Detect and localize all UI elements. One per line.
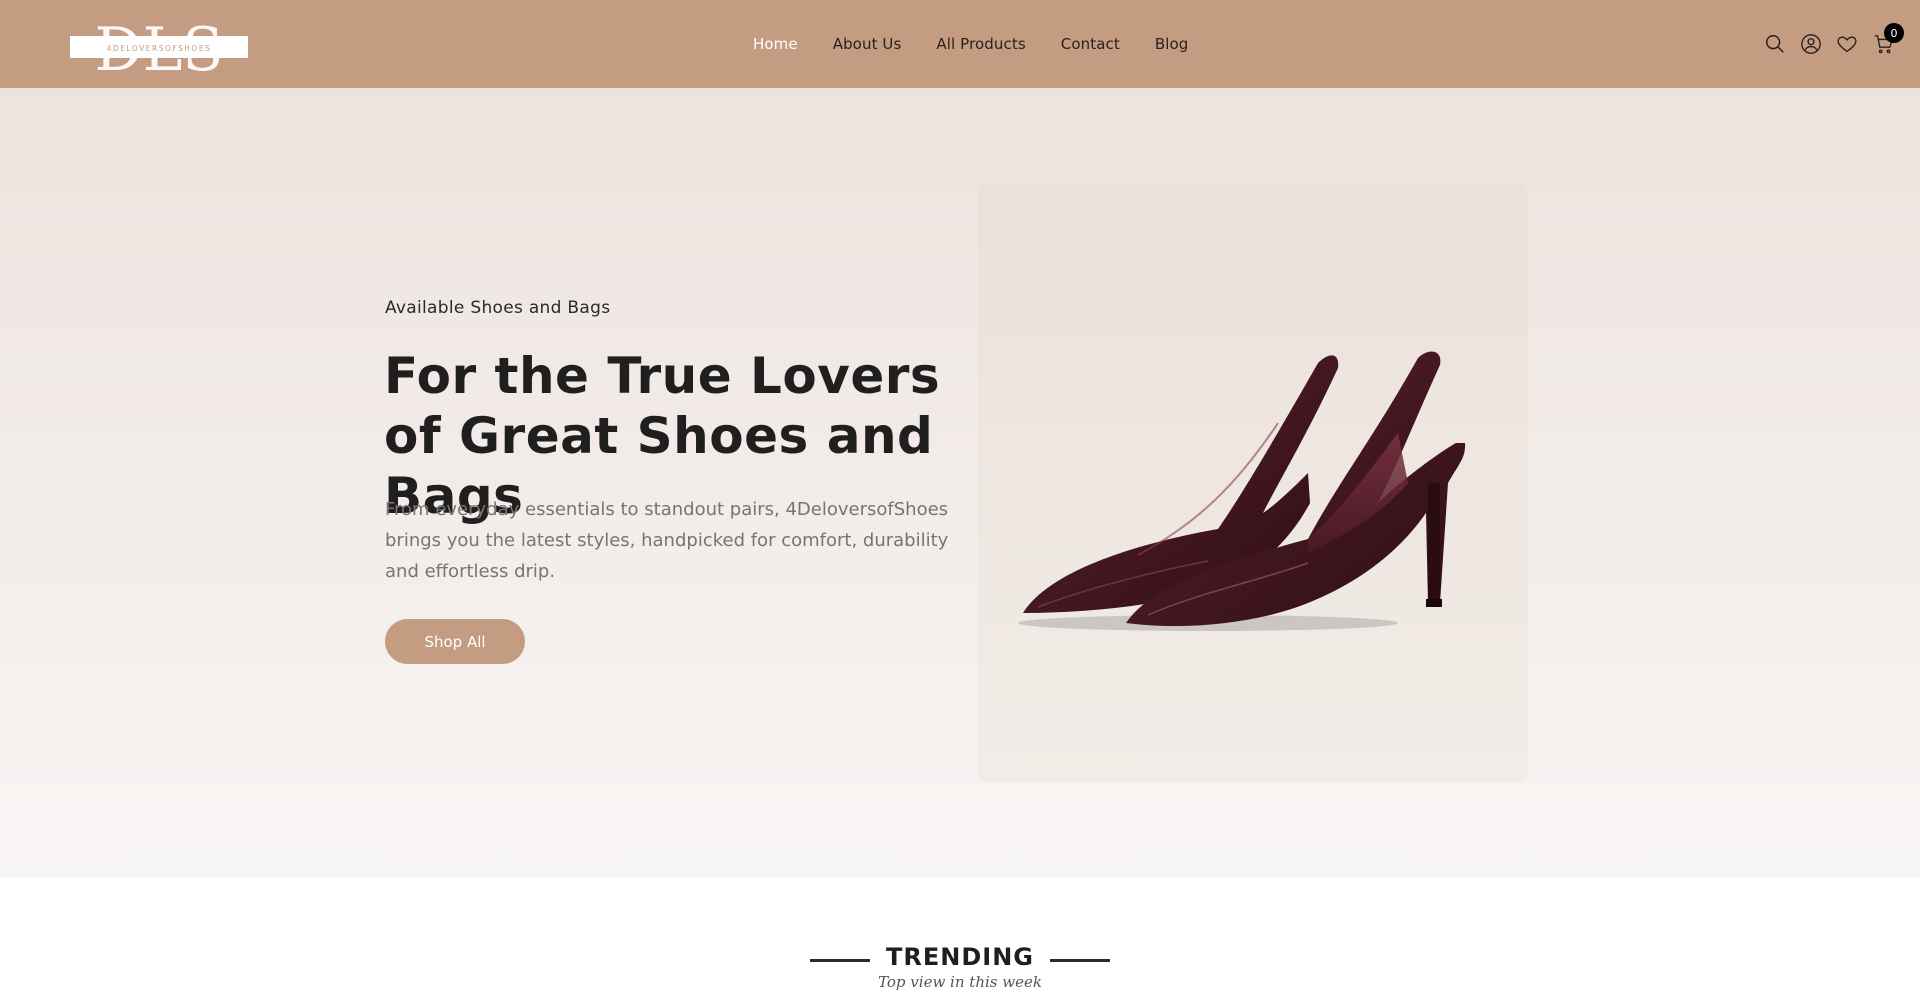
logo-mark: DLS 4DELOVERSOFSHOES: [70, 15, 248, 76]
trending-title: TRENDING: [886, 943, 1034, 971]
trending-divider-right: [1050, 959, 1110, 962]
nav-home[interactable]: Home: [753, 35, 798, 53]
svg-text:4DELOVERSOFSHOES: 4DELOVERSOFSHOES: [107, 44, 212, 53]
nav-contact[interactable]: Contact: [1061, 35, 1120, 53]
hero-kicker: Available Shoes and Bags: [385, 298, 611, 318]
cart-icon[interactable]: 0: [1872, 23, 1904, 55]
hero-description: From everyday essentials to standout pai…: [385, 499, 949, 582]
heart-icon[interactable]: [1836, 33, 1858, 55]
nav-blog[interactable]: Blog: [1155, 35, 1189, 53]
site-logo[interactable]: DLS 4DELOVERSOFSHOES: [70, 14, 248, 76]
nav-about-us[interactable]: About Us: [833, 35, 902, 53]
hero-section: Available Shoes and Bags For the True Lo…: [0, 88, 1920, 878]
user-icon[interactable]: [1800, 33, 1822, 55]
trending-subtitle: Top view in this week: [878, 973, 1042, 991]
slingback-heels-image: [1018, 351, 1466, 631]
hero-product-image: [978, 183, 1528, 783]
header-actions: 0: [1764, 0, 1904, 88]
main-nav: Home About Us All Products Contact Blog: [753, 0, 1188, 88]
site-header: DLS 4DELOVERSOFSHOES Home About Us All P…: [0, 0, 1920, 88]
nav-all-products[interactable]: All Products: [936, 35, 1025, 53]
search-icon[interactable]: [1764, 33, 1786, 55]
shop-all-button[interactable]: Shop All: [385, 619, 525, 664]
trending-divider-left: [810, 959, 870, 962]
cart-count-badge: 0: [1884, 23, 1904, 43]
